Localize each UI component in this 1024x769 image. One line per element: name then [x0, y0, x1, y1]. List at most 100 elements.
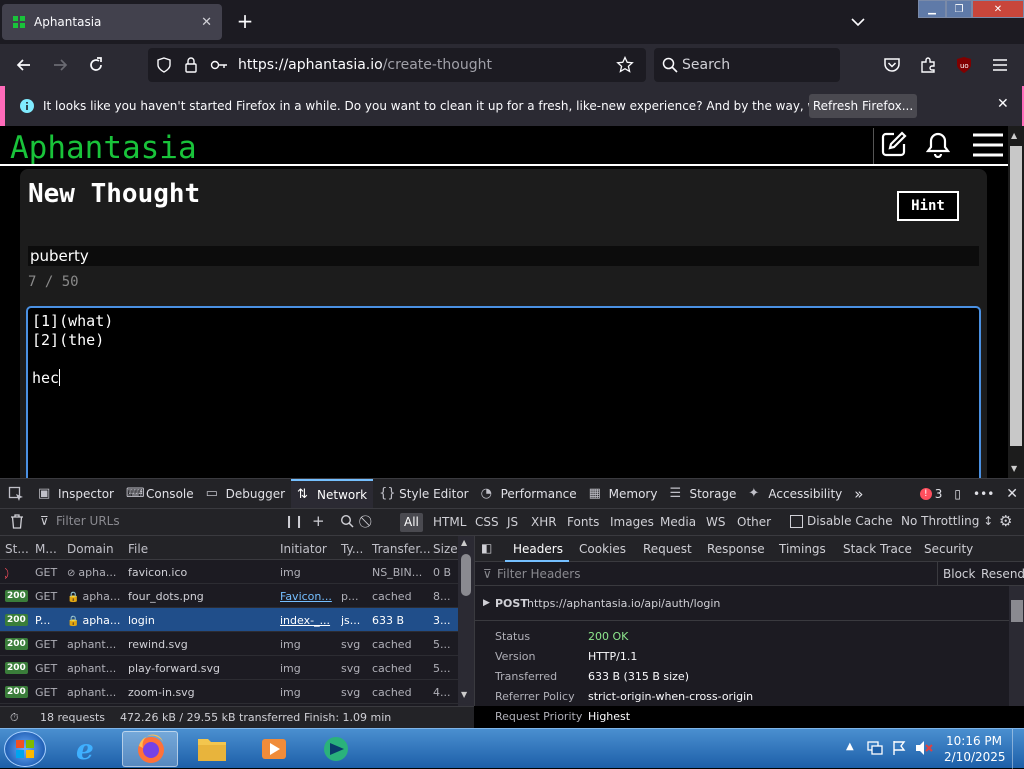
network-settings-gear-icon[interactable]: ⚙: [999, 512, 1012, 530]
request-initiator[interactable]: img: [280, 686, 338, 699]
bell-icon[interactable]: [926, 132, 950, 158]
type-filter-images[interactable]: Images: [606, 513, 658, 532]
devtools-options-icon[interactable]: •••: [967, 479, 1000, 509]
tab-style-editor[interactable]: {} Style Editor: [373, 479, 474, 509]
hamburger-menu-icon[interactable]: [972, 132, 1004, 158]
file-explorer-icon[interactable]: [184, 731, 240, 767]
pause-icon[interactable]: ❙❙: [284, 514, 304, 528]
action-center-flag-icon[interactable]: [890, 739, 908, 757]
list-all-tabs-chevron-icon[interactable]: [848, 12, 868, 32]
type-filter-xhr[interactable]: XHR: [527, 513, 561, 532]
search-bar[interactable]: Search: [654, 48, 840, 82]
request-row[interactable]: 200 GET aphant... zoom-in.svg img svg cached 4.…: [0, 680, 458, 704]
request-initiator[interactable]: img: [280, 566, 338, 579]
col-transferred[interactable]: Transfer...: [372, 542, 431, 556]
system-clock[interactable]: 10:16 PM 2/10/2025: [944, 733, 1006, 765]
throttling-select[interactable]: No Throttling ↕: [901, 514, 993, 528]
url-text[interactable]: https://aphantasia.io/create-thought: [238, 57, 492, 73]
forward-button[interactable]: [48, 53, 72, 77]
col-method[interactable]: M...: [35, 542, 57, 556]
tab-accessibility[interactable]: ✦ Accessibility: [742, 479, 848, 509]
url-bar[interactable]: https://aphantasia.io/create-thought: [148, 48, 646, 82]
request-row[interactable]: 200 GET aphant... play-forward.svg img svg cac…: [0, 656, 458, 680]
col-initiator[interactable]: Initiator: [280, 542, 327, 556]
trash-icon[interactable]: [10, 514, 24, 529]
details-tab-timings[interactable]: Timings: [779, 542, 826, 556]
page-scrollbar-thumb[interactable]: [1010, 146, 1022, 446]
tab-network[interactable]: ⇅ Network: [291, 478, 374, 509]
col-status[interactable]: St...: [5, 542, 29, 556]
request-initiator[interactable]: img: [280, 662, 338, 675]
close-tab-icon[interactable]: ✕: [201, 15, 212, 30]
col-type[interactable]: Ty...: [341, 542, 363, 556]
request-list-scrollbar-thumb[interactable]: [461, 554, 471, 596]
type-filter-js[interactable]: JS: [503, 513, 522, 532]
extensions-puzzle-icon[interactable]: [916, 53, 940, 77]
details-tab-response[interactable]: Response: [707, 542, 765, 556]
col-size[interactable]: Size: [433, 542, 458, 556]
details-scrollbar-thumb[interactable]: [1011, 600, 1023, 622]
network-tray-icon[interactable]: [866, 739, 884, 757]
key-icon[interactable]: [210, 58, 228, 72]
toggle-sidebar-icon[interactable]: ◧: [481, 541, 492, 555]
close-notice-icon[interactable]: ✕: [997, 96, 1009, 112]
back-button[interactable]: [12, 53, 36, 77]
hint-button[interactable]: Hint: [897, 191, 959, 221]
request-initiator[interactable]: img: [280, 638, 338, 651]
col-file[interactable]: File: [128, 542, 148, 556]
type-filter-media[interactable]: Media: [656, 513, 700, 532]
firefox-taskbar-icon[interactable]: [122, 731, 178, 767]
details-tab-headers[interactable]: Headers: [513, 542, 563, 556]
tab-console[interactable]: ⌨ Console: [120, 479, 200, 509]
type-filter-ws[interactable]: WS: [702, 513, 729, 532]
ublock-origin-icon[interactable]: uo: [952, 53, 976, 77]
col-domain[interactable]: Domain: [67, 542, 114, 556]
tab-debugger[interactable]: ▭ Debugger: [200, 479, 291, 509]
request-row[interactable]: ⃠GET⊘apha...favicon.icoimgNS_BIN...0 B: [0, 560, 458, 584]
maximize-button[interactable]: ❐: [946, 0, 972, 18]
details-tab-stack-trace[interactable]: Stack Trace: [843, 542, 912, 556]
start-button[interactable]: [4, 731, 46, 767]
more-tabs-chevron-icon[interactable]: »: [848, 479, 869, 509]
thought-body-textarea[interactable]: [1](what) [2](the) hec: [26, 306, 981, 478]
post-url[interactable]: https://aphantasia.io/api/auth/login: [527, 597, 720, 610]
reload-button[interactable]: [84, 53, 108, 77]
request-row[interactable]: 200 P... 🔒 apha... login index-_... js... 633 B…: [0, 608, 458, 632]
request-initiator[interactable]: index-_...: [280, 614, 338, 627]
request-initiator[interactable]: Favicon...: [280, 590, 338, 603]
media-player-icon[interactable]: [246, 731, 302, 767]
tab-memory[interactable]: ▦ Memory: [583, 479, 664, 509]
dock-toggle-icon[interactable]: ▯: [948, 479, 967, 509]
thought-title-input[interactable]: puberty: [28, 246, 979, 266]
tab-storage[interactable]: ☰ Storage: [663, 479, 742, 509]
show-desktop-button[interactable]: [1012, 729, 1024, 769]
filter-urls-input[interactable]: Filter URLs: [56, 514, 120, 528]
scroll-up-arrow-icon[interactable]: ▲: [461, 538, 467, 547]
type-filter-fonts[interactable]: Fonts: [563, 513, 603, 532]
scroll-down-arrow-icon[interactable]: ▼: [461, 690, 467, 699]
app-taskbar-icon[interactable]: [308, 731, 364, 767]
block-button[interactable]: Block: [943, 567, 975, 581]
details-tab-cookies[interactable]: Cookies: [579, 542, 626, 556]
details-tab-security[interactable]: Security: [924, 542, 973, 556]
filter-headers-input[interactable]: Filter Headers: [497, 567, 580, 581]
close-window-button[interactable]: ✕: [972, 0, 1024, 18]
tab-performance[interactable]: ◔ Performance: [475, 479, 583, 509]
type-filter-other[interactable]: Other: [733, 513, 775, 532]
brand-logo[interactable]: Aphantasia: [10, 130, 197, 166]
type-filter-html[interactable]: HTML: [429, 513, 470, 532]
show-hidden-icons-arrow[interactable]: ▲: [846, 741, 854, 752]
shield-icon[interactable]: [156, 57, 172, 73]
expand-arrow-icon[interactable]: ▶: [483, 598, 490, 608]
compose-icon[interactable]: [880, 130, 908, 158]
search-requests-icon[interactable]: [340, 514, 354, 528]
refresh-firefox-button[interactable]: Refresh Firefox...: [809, 94, 917, 118]
scroll-down-arrow-icon[interactable]: ▼: [1011, 464, 1017, 473]
new-tab-button[interactable]: +: [234, 11, 256, 33]
type-filter-all[interactable]: All: [400, 513, 423, 532]
disable-cache-checkbox[interactable]: [790, 515, 803, 528]
element-picker-icon[interactable]: [0, 479, 32, 509]
tab-inspector[interactable]: ▣ Inspector: [32, 479, 120, 509]
details-tab-request[interactable]: Request: [643, 542, 692, 556]
menu-hamburger-icon[interactable]: [988, 53, 1012, 77]
